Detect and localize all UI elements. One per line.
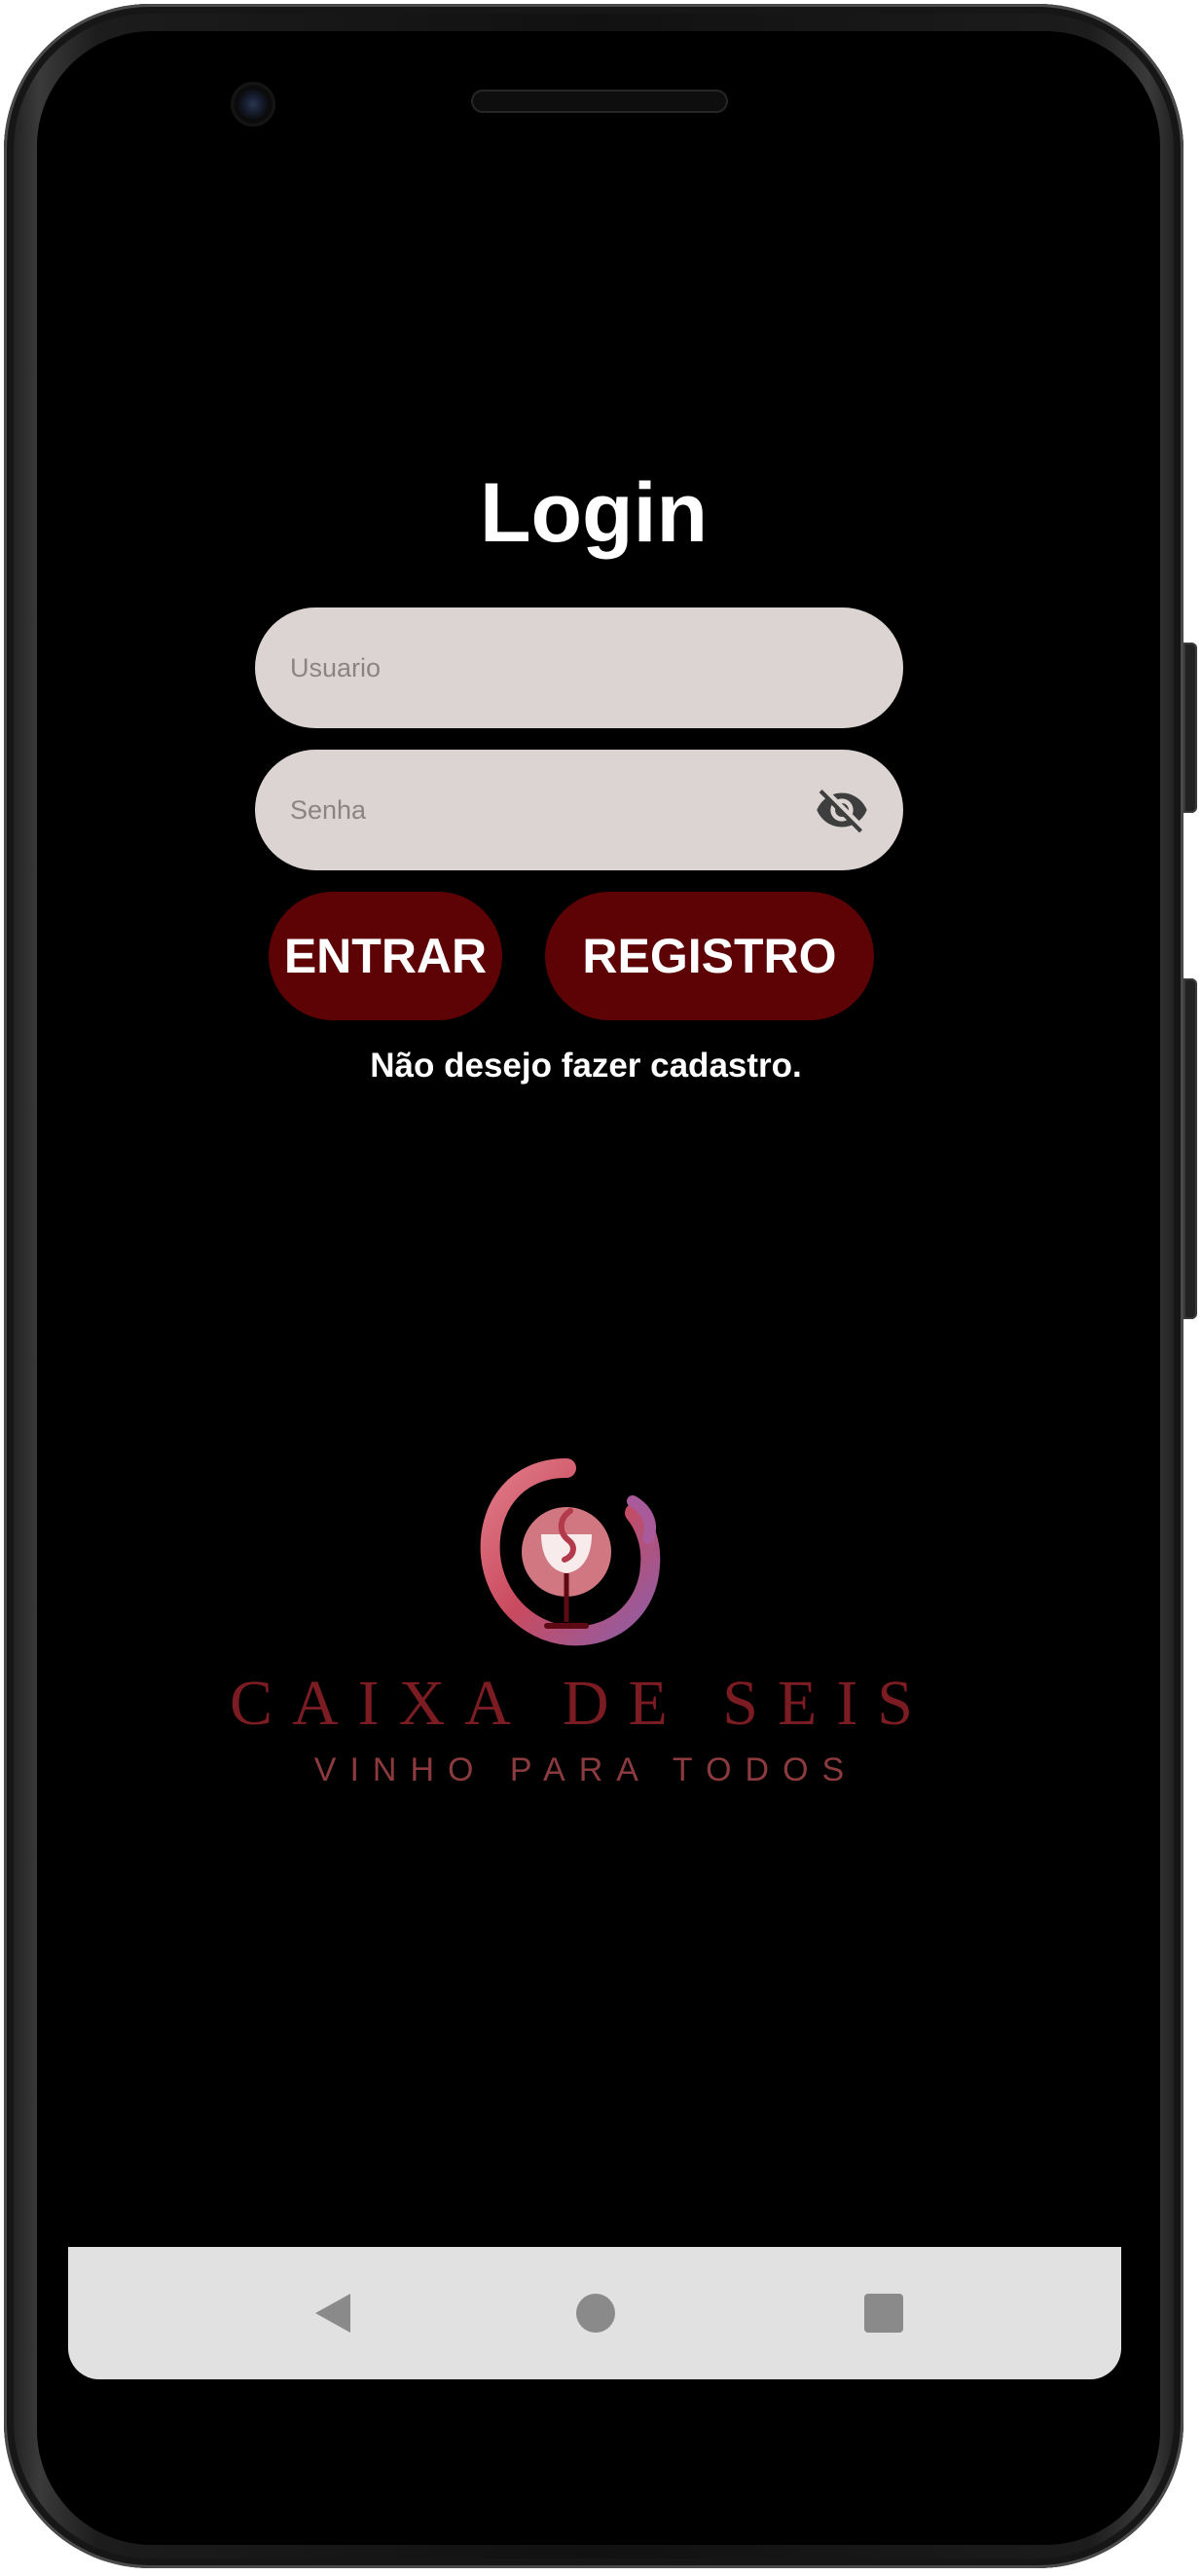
navigation-bar [68, 2247, 1121, 2379]
password-input[interactable] [288, 793, 798, 827]
enter-button[interactable]: ENTRAR [269, 892, 502, 1020]
register-button[interactable]: REGISTRO [545, 892, 874, 1020]
eye-off-icon[interactable] [812, 783, 872, 837]
password-field[interactable] [255, 750, 903, 870]
volume-button [1184, 978, 1197, 1319]
username-field[interactable] [255, 607, 903, 728]
brand-tagline: VINHO PARA TODOS [313, 1751, 858, 1788]
circle-home-icon [576, 2294, 615, 2333]
wine-glass-logo-icon [480, 1458, 661, 1646]
username-input[interactable] [288, 651, 798, 684]
front-camera [234, 85, 273, 124]
recents-button[interactable] [855, 2284, 913, 2342]
earpiece-speaker [471, 90, 728, 113]
screen: Login ENTRAR REGISTRO Não desejo fazer c… [37, 31, 1160, 2545]
power-button [1184, 643, 1197, 813]
square-recents-icon [864, 2294, 903, 2333]
back-button[interactable] [304, 2284, 362, 2342]
skip-registration-link[interactable]: Não desejo fazer cadastro. [37, 1042, 1135, 1090]
brand-name: CAIXA DE SEIS [229, 1668, 933, 1739]
home-button[interactable] [566, 2284, 625, 2342]
page-title: Login [479, 466, 709, 560]
triangle-back-icon [315, 2294, 350, 2333]
